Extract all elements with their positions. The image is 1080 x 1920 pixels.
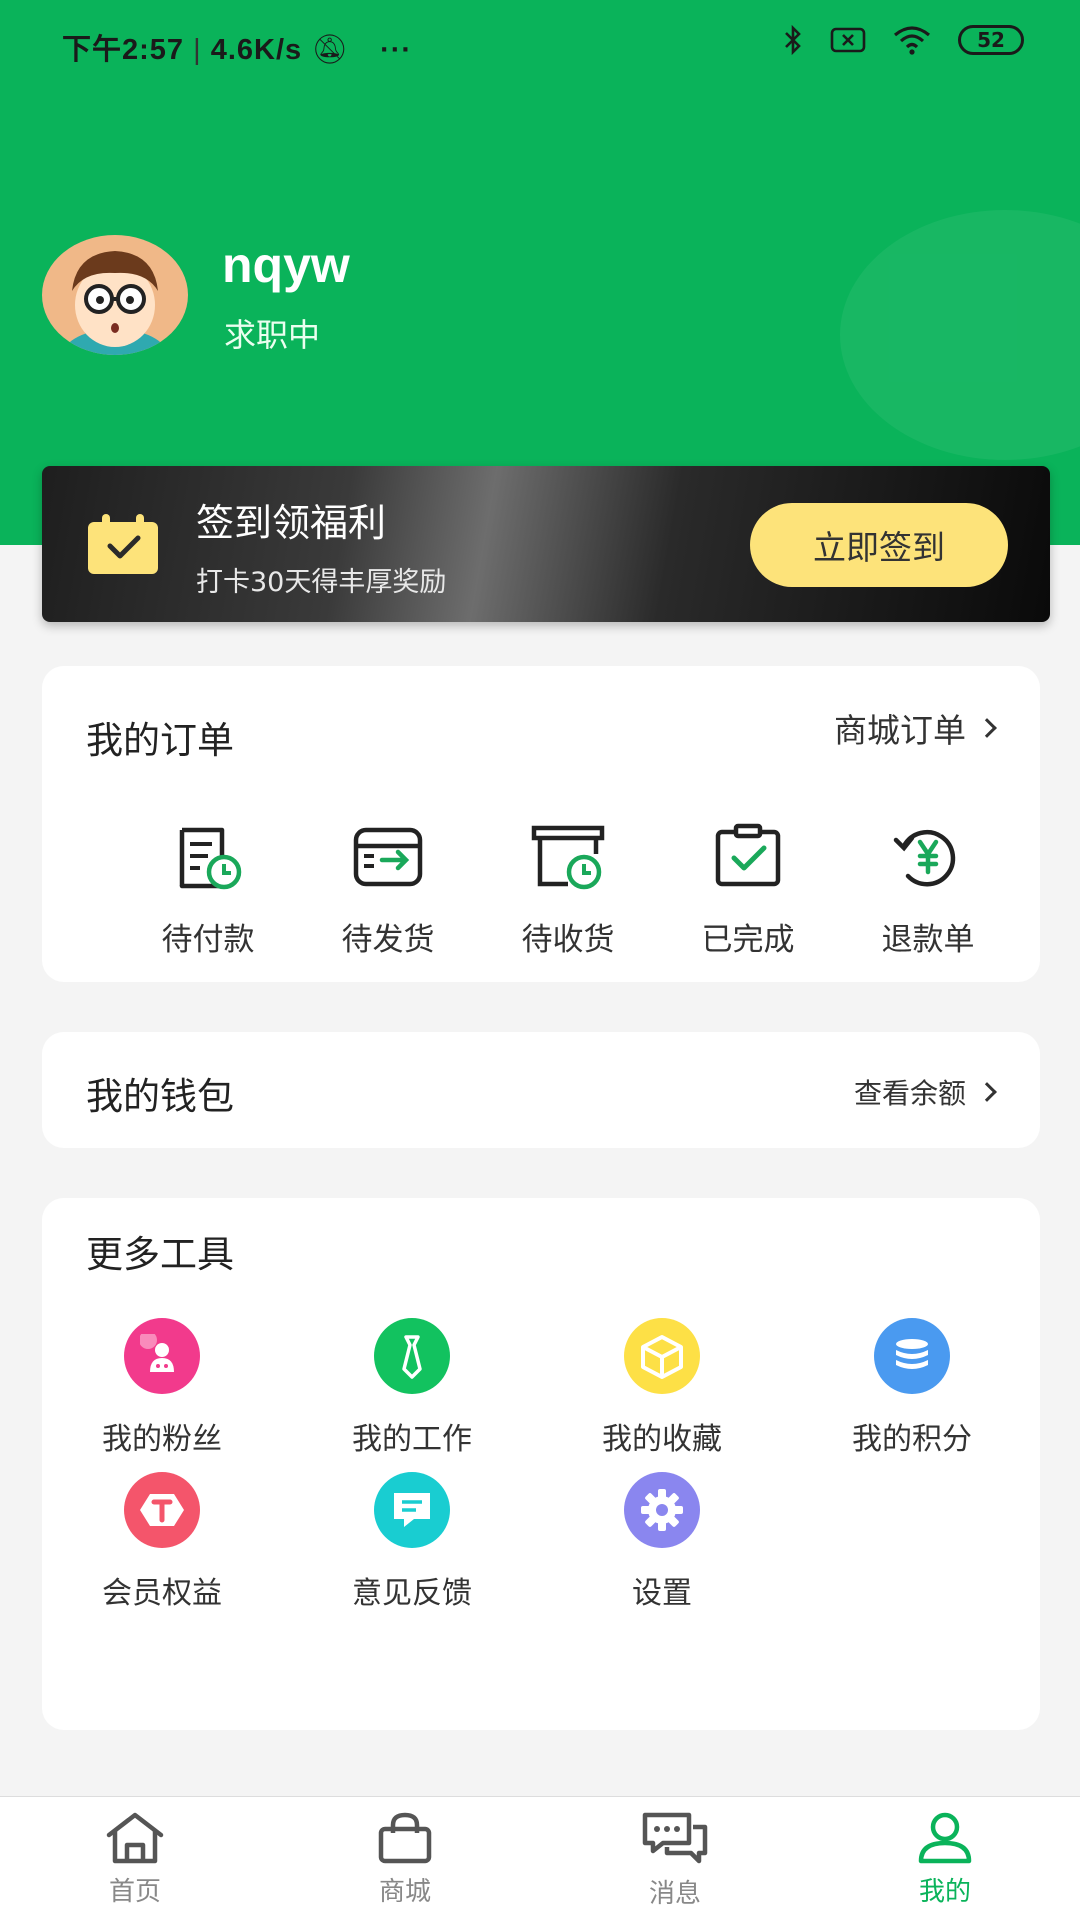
- orders-card: 我的订单 商城订单 待付款 待发货 待收货 已完成 退款单: [42, 666, 1040, 982]
- wifi-icon: [893, 26, 931, 55]
- tool-label: 我的工作: [352, 1422, 472, 1457]
- order-pending-payment[interactable]: 待付款: [118, 816, 298, 959]
- pending-shipment-icon: [353, 827, 423, 887]
- decorative-circle: [840, 210, 1080, 460]
- status-bar: 下午2:57 | 4.6K/s 🔕︎ ··· 52: [0, 0, 1080, 88]
- mall-orders-link[interactable]: 商城订单: [834, 704, 997, 752]
- order-label: 退款单: [881, 922, 975, 958]
- tool-label: 我的收藏: [602, 1422, 722, 1457]
- tab-home[interactable]: 首页: [0, 1797, 270, 1920]
- status-time: 下午2:57 | 4.6K/s 🔕︎ ···: [62, 34, 413, 66]
- mute-icon: 🔕︎: [311, 34, 350, 66]
- status-dots: ···: [380, 34, 413, 66]
- chevron-right-icon: [977, 718, 997, 738]
- avatar[interactable]: [42, 235, 188, 355]
- order-label: 待付款: [161, 922, 255, 958]
- home-icon: [106, 1812, 164, 1864]
- calendar-check-icon: [86, 514, 160, 580]
- box-icon: [624, 1318, 700, 1394]
- feedback-icon: [374, 1472, 450, 1548]
- username: nqyw: [222, 237, 350, 293]
- member-icon: [124, 1472, 200, 1548]
- tool-label: 会员权益: [102, 1576, 222, 1611]
- gear-icon: [624, 1472, 700, 1548]
- order-completed[interactable]: 已完成: [658, 816, 838, 959]
- bluetooth-icon: [785, 24, 801, 56]
- profile-header: 下午2:57 | 4.6K/s 🔕︎ ··· 52 nqyw 求职中: [0, 0, 1080, 545]
- status-icons: 52: [782, 24, 1024, 56]
- tie-icon: [374, 1318, 450, 1394]
- tool-points[interactable]: 我的积分: [802, 1318, 1022, 1458]
- completed-icon: [715, 823, 781, 887]
- tab-label: 首页: [108, 1877, 161, 1907]
- signin-banner: 签到领福利 打卡30天得丰厚奖励 立即签到: [42, 466, 1050, 622]
- order-label: 待发货: [341, 922, 435, 958]
- bottom-tab-bar: 首页 商城 消息 我的: [0, 1796, 1080, 1920]
- refund-icon: [893, 829, 956, 887]
- tab-mine[interactable]: 我的: [810, 1797, 1080, 1920]
- tab-label: 商城: [378, 1877, 431, 1907]
- status-net-speed: 4.6K/s: [210, 34, 303, 66]
- tools-card: 更多工具 我的粉丝 我的工作 我的收藏 我的积分 会员权益 意见反馈 设置: [42, 1198, 1040, 1730]
- view-balance-link[interactable]: 查看余额: [853, 1072, 997, 1112]
- tool-label: 我的粉丝: [102, 1422, 222, 1457]
- orders-row: 待付款 待发货 待收货 已完成 退款单: [42, 816, 1040, 959]
- message-icon: [642, 1812, 708, 1864]
- tool-settings[interactable]: 设置: [552, 1472, 772, 1612]
- order-label: 待收货: [521, 922, 615, 958]
- coins-icon: [874, 1318, 950, 1394]
- sim-icon: [830, 27, 866, 53]
- tab-messages[interactable]: 消息: [540, 1797, 810, 1920]
- tool-feedback[interactable]: 意见反馈: [302, 1472, 522, 1612]
- tab-label: 我的: [918, 1877, 971, 1907]
- signin-button[interactable]: 立即签到: [750, 503, 1008, 587]
- tool-favorites[interactable]: 我的收藏: [552, 1318, 772, 1458]
- signin-title: 签到领福利: [196, 501, 387, 545]
- wallet-card[interactable]: 我的钱包 查看余额: [42, 1032, 1040, 1148]
- tool-membership[interactable]: 会员权益: [52, 1472, 272, 1612]
- battery-indicator: 52: [958, 25, 1024, 55]
- view-balance-label: 查看余额: [853, 1077, 966, 1110]
- tools-title: 更多工具: [86, 1233, 234, 1276]
- tool-label: 我的积分: [852, 1422, 972, 1457]
- tool-fans[interactable]: 我的粉丝: [52, 1318, 272, 1458]
- order-pending-receipt[interactable]: 待收货: [478, 816, 658, 959]
- user-icon: [918, 1812, 972, 1864]
- orders-title: 我的订单: [86, 719, 234, 762]
- chevron-right-icon: [977, 1082, 997, 1102]
- status-clock: 下午2:57: [62, 34, 185, 66]
- order-refund[interactable]: 退款单: [838, 816, 1018, 959]
- avatar-face-icon: [63, 251, 167, 355]
- order-label: 已完成: [701, 922, 795, 958]
- pending-receipt-icon: [531, 825, 605, 890]
- tool-label: 意见反馈: [352, 1576, 472, 1611]
- mall-orders-label: 商城订单: [834, 711, 966, 750]
- tool-label: 设置: [632, 1576, 692, 1611]
- battery-level: 52: [977, 28, 1005, 52]
- job-status: 求职中: [224, 316, 321, 354]
- wallet-title: 我的钱包: [86, 1075, 234, 1118]
- tool-work[interactable]: 我的工作: [302, 1318, 522, 1458]
- tab-mall[interactable]: 商城: [270, 1797, 540, 1920]
- signin-subtitle: 打卡30天得丰厚奖励: [196, 567, 447, 598]
- pending-payment-icon: [179, 827, 242, 890]
- tab-label: 消息: [648, 1879, 701, 1909]
- shop-bag-icon: [378, 1812, 432, 1864]
- order-pending-shipment[interactable]: 待发货: [298, 816, 478, 959]
- fans-icon: [124, 1318, 200, 1394]
